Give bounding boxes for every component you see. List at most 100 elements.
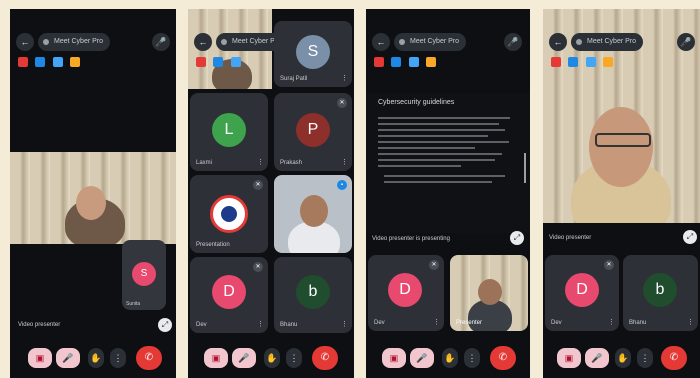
chip-red-icon[interactable] [18,57,28,67]
more-icon[interactable]: ⋮ [608,318,615,326]
back-icon[interactable]: ← [549,33,567,51]
back-icon[interactable]: ← [372,33,390,51]
meeting-title-pill[interactable]: Meet Cyber Pro [571,33,644,51]
participant-face [478,279,502,305]
mic-off-icon: ✕ [337,98,347,108]
layout-icon[interactable]: ⤢ [683,230,697,244]
participant-tile[interactable]: ✕ D Dev ⋮ [545,255,619,331]
raise-hand-button[interactable]: ✋ [442,348,458,368]
audio-output-icon[interactable]: 🎤 [504,33,522,51]
participant-video[interactable]: Presenter [450,255,528,331]
more-options-button[interactable]: ⋮ [637,348,653,368]
camera-off-button[interactable]: ▣ [204,348,228,368]
meeting-title-pill[interactable]: Meet Cyber Pro [394,33,467,51]
participant-tile[interactable]: S Suraj Patil ⋮ [274,21,352,87]
participant-tile[interactable]: ✕ D Dev ⋮ [368,255,444,331]
participant-name: Presenter [456,320,483,326]
reaction-chips [551,57,616,67]
speaker-video[interactable] [10,152,176,244]
speaker-caption: Video presenter [549,235,592,241]
shared-document[interactable]: Cybersecurity guidelines [366,93,530,233]
meeting-title-pill[interactable]: Meet Cyber Pro [38,33,111,51]
participant-name: Bhanu [629,320,647,326]
chip-lightblue-icon[interactable] [585,57,596,67]
layout-icon[interactable]: ⤢ [510,231,524,245]
participant-tile[interactable]: ✕ P Prakash ⋮ [274,93,352,171]
back-icon[interactable]: ← [194,33,212,51]
participant-tile[interactable]: b Bhanu ⋮ [623,255,698,331]
chip-yellow-icon[interactable] [70,57,81,67]
call-controls: ▣ 🎤 ✋ ⋮ ✆ [188,342,354,378]
chip-red-icon[interactable] [551,57,561,67]
participant-name: Dev [196,322,207,328]
mic-off-button[interactable]: 🎤 [410,348,434,368]
meeting-icon [576,39,582,45]
participant-tile[interactable]: b Bhanu ⋮ [274,257,352,333]
reaction-chips [196,57,244,67]
chip-blue-icon[interactable] [35,57,46,67]
layout-icon[interactable]: ⤢ [158,318,172,332]
mic-off-button[interactable]: 🎤 [232,348,256,368]
meeting-title: Meet Cyber Pro [587,38,637,45]
more-icon[interactable]: ⋮ [257,320,264,328]
participant-avatar: S [296,35,330,69]
meeting-title: Meet Cyber Pro [410,38,460,45]
more-options-button[interactable]: ⋮ [110,348,126,368]
raise-hand-button[interactable]: ✋ [615,348,631,368]
chip-blue-icon[interactable] [568,57,579,67]
more-icon[interactable]: ⋮ [687,318,694,326]
participant-name: Dev [374,320,385,326]
more-icon[interactable]: ⋮ [341,320,348,328]
raise-hand-button[interactable]: ✋ [88,348,104,368]
participant-video[interactable]: ▪ [274,175,352,253]
back-icon[interactable]: ← [16,33,34,51]
participant-name: Dev [551,320,562,326]
chip-blue-icon[interactable] [213,57,224,67]
hangup-button[interactable]: ✆ [490,346,516,370]
chip-lightblue-icon[interactable] [230,57,241,67]
hangup-button[interactable]: ✆ [312,346,338,370]
participant-tile[interactable]: ✕ Presentation [190,175,268,253]
document-scrollbar[interactable] [524,153,526,183]
more-icon[interactable]: ⋮ [433,318,440,326]
camera-off-button[interactable]: ▣ [557,348,581,368]
self-view-tile[interactable]: S Sunita [122,240,166,310]
mic-off-button[interactable]: 🎤 [585,348,609,368]
chip-lightblue-icon[interactable] [408,57,419,67]
participant-tile[interactable]: L Laxmi ⋮ [190,93,268,171]
chip-yellow-icon[interactable] [603,57,614,67]
hangup-button[interactable]: ✆ [661,346,687,370]
phone-screen-2: ← Meet Cyber Pro 🎤 S Suraj Patil ⋮ L Lax… [188,9,354,378]
raise-hand-button[interactable]: ✋ [264,348,280,368]
mic-off-icon: ✕ [253,262,263,272]
speaker-glasses [595,133,651,147]
chip-red-icon[interactable] [196,57,206,67]
chip-red-icon[interactable] [374,57,384,67]
presenting-caption: Video presenter is presenting [372,236,450,242]
mic-off-button[interactable]: 🎤 [56,348,80,368]
hangup-button[interactable]: ✆ [136,346,162,370]
chip-lightblue-icon[interactable] [52,57,63,67]
meeting-topbar: ← Meet Cyber Pro 🎤 [10,9,176,71]
speaker-face [589,107,653,187]
participant-name: Presentation [196,242,230,248]
camera-off-button[interactable]: ▣ [382,348,406,368]
phone-screen-3: ← Meet Cyber Pro 🎤 Cybersecurity guideli… [366,9,530,378]
chip-yellow-icon[interactable] [426,57,437,67]
audio-output-icon[interactable]: 🎤 [152,33,170,51]
bottom-caption: Video presenter [18,322,61,328]
meeting-icon [399,39,405,45]
chip-blue-icon[interactable] [391,57,402,67]
more-options-button[interactable]: ⋮ [286,348,302,368]
more-options-button[interactable]: ⋮ [464,348,480,368]
audio-output-icon[interactable]: 🎤 [677,33,695,51]
more-icon[interactable]: ⋮ [341,158,348,166]
participant-tile[interactable]: ✕ D Dev ⋮ [190,257,268,333]
mic-off-icon: ✕ [253,180,263,190]
camera-off-button[interactable]: ▣ [28,348,52,368]
reaction-chips [18,57,83,67]
presentation-logo-icon [210,195,248,233]
participant-name: Prakash [280,160,303,166]
more-icon[interactable]: ⋮ [257,158,264,166]
more-icon[interactable]: ⋮ [341,74,348,82]
